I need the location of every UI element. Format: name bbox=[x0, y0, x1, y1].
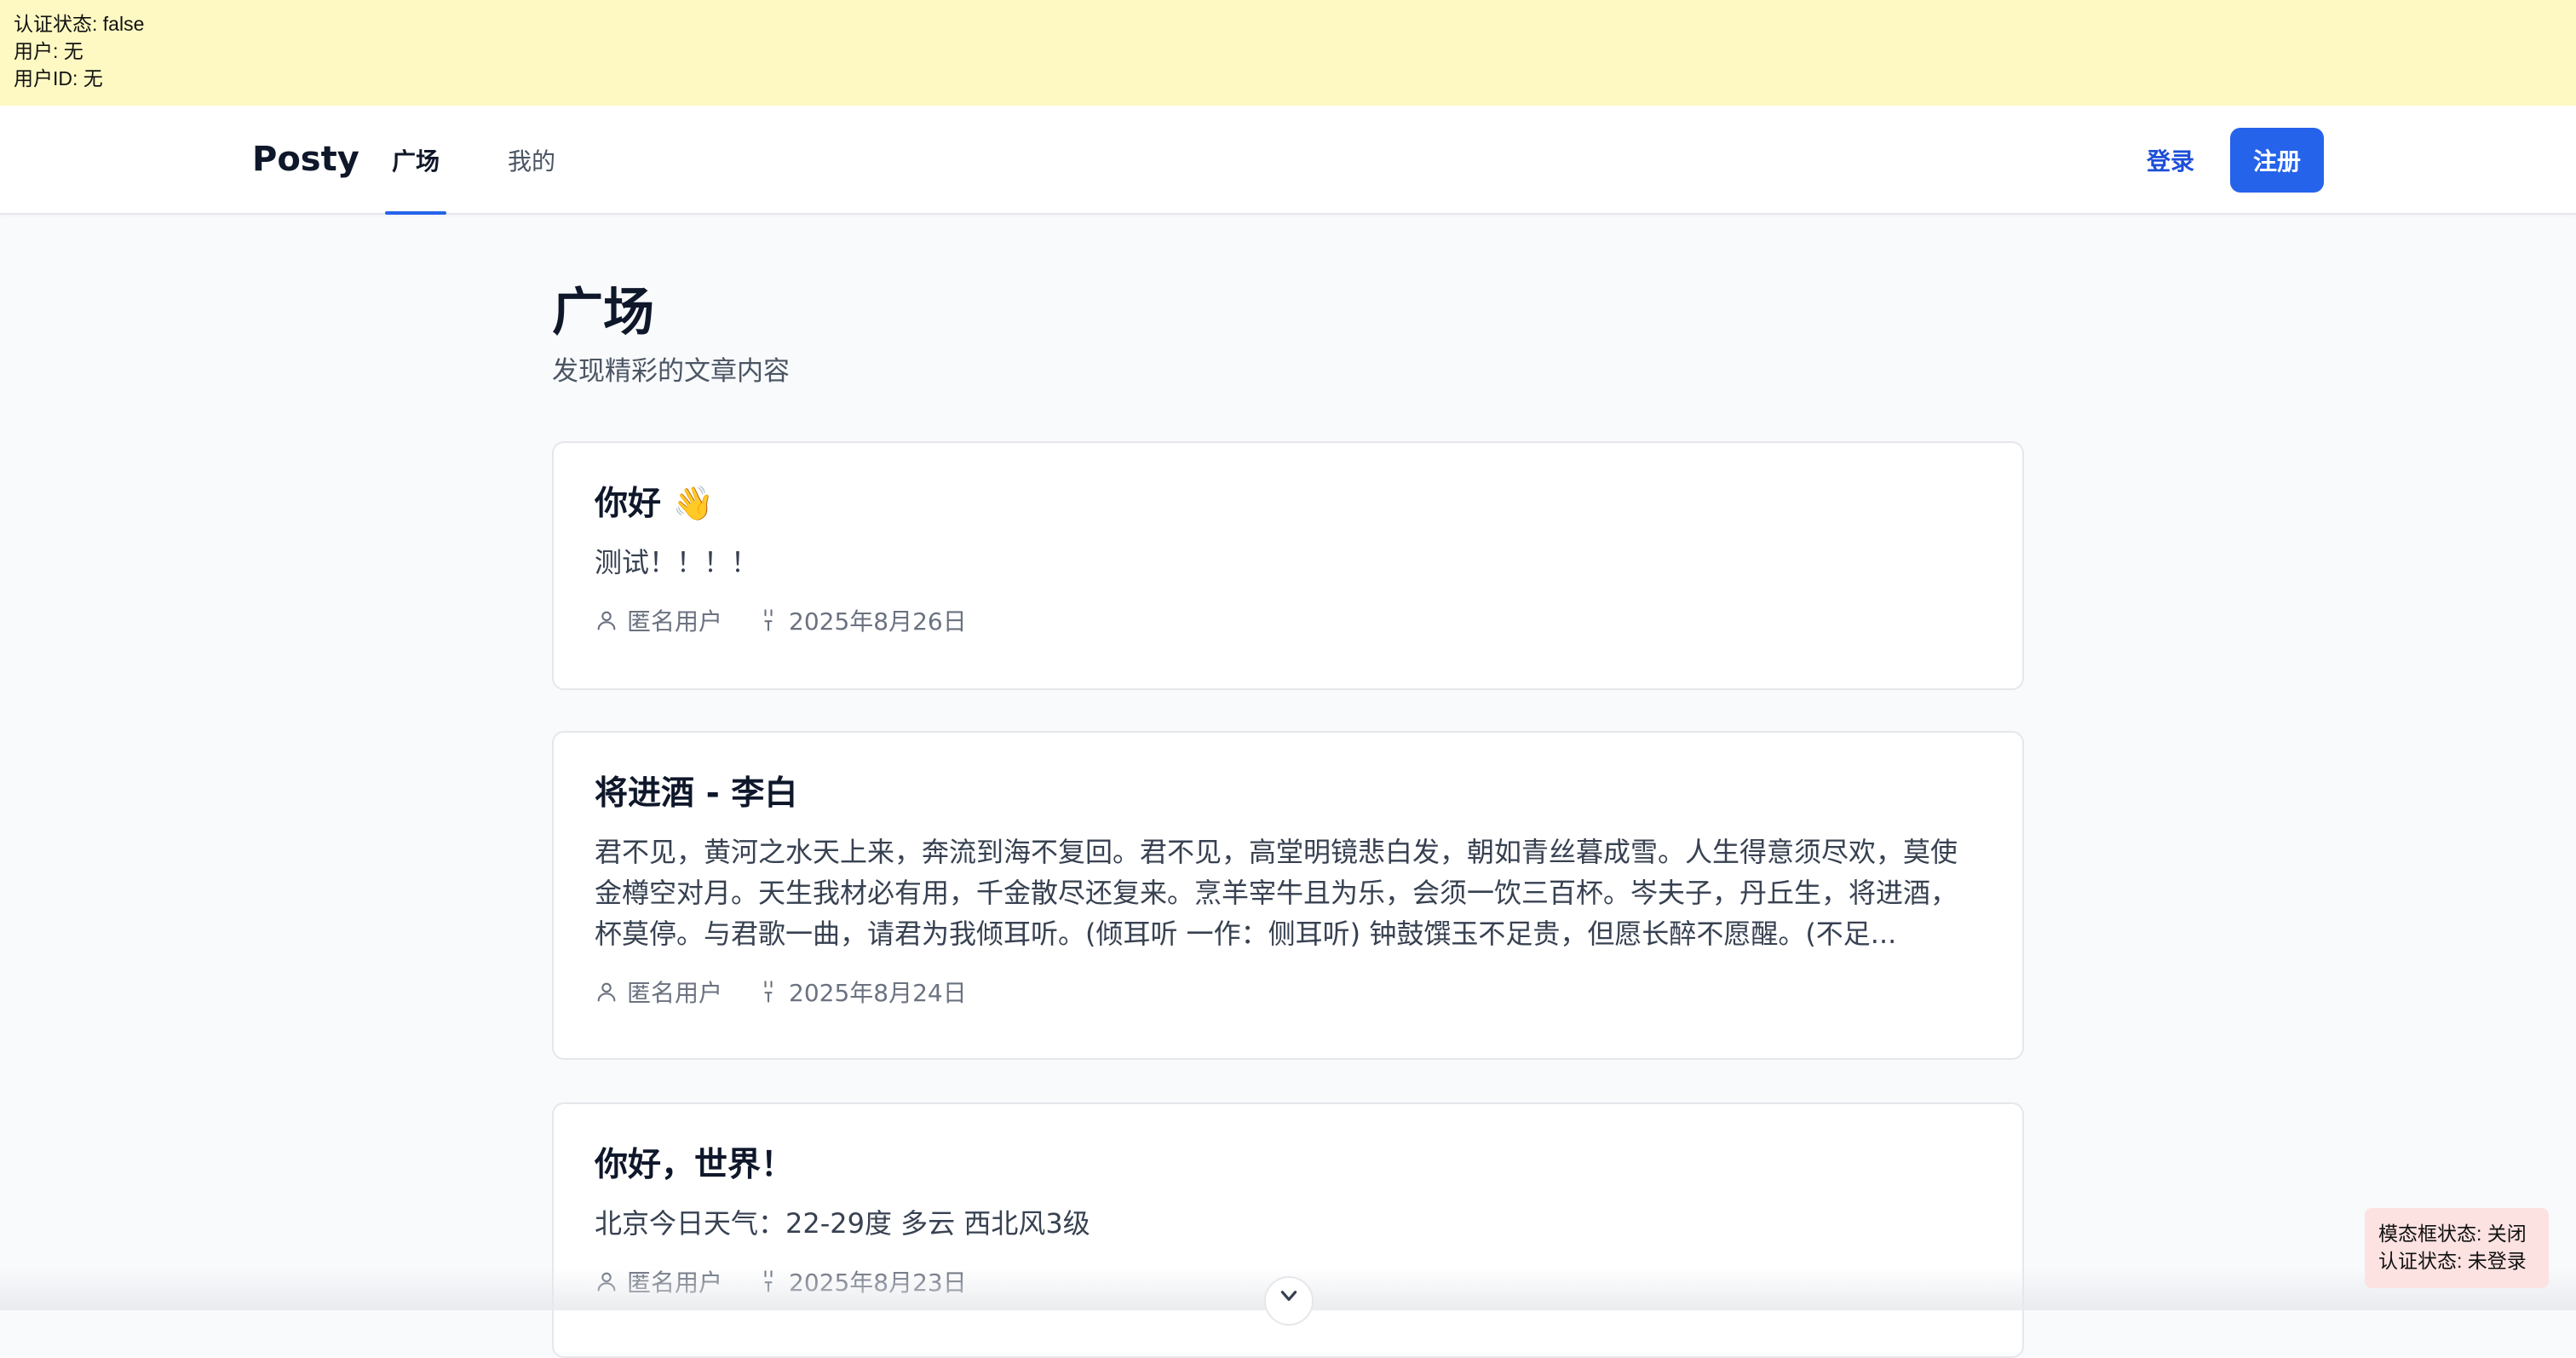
login-button[interactable]: 登录 bbox=[2147, 143, 2194, 177]
signup-button[interactable]: 注册 bbox=[2230, 128, 2324, 193]
post-author: 匿名用户 bbox=[595, 975, 722, 1009]
debug-auth-status: 认证状态: false bbox=[14, 13, 145, 35]
post-author-name: 匿名用户 bbox=[627, 979, 723, 1007]
post-author: 匿名用户 bbox=[595, 1264, 722, 1298]
user-icon bbox=[595, 608, 618, 632]
post-author-name: 匿名用户 bbox=[627, 1269, 723, 1297]
debug-banner: 认证状态: false 用户: 无 用户ID: 无 bbox=[0, 0, 2576, 106]
modal-status-text: 模态框状态: 关闭 bbox=[2378, 1223, 2527, 1245]
post-date: 2025年8月24日 bbox=[756, 975, 967, 1009]
post-excerpt: 北京今日天气：22-29度 多云 西北风3级 bbox=[595, 1207, 1090, 1240]
post-date-text: 2025年8月26日 bbox=[789, 607, 967, 636]
chevron-down-icon bbox=[1278, 1285, 1300, 1312]
status-panel: 模态框状态: 关闭 认证状态: 未登录 bbox=[2365, 1208, 2549, 1288]
post-author: 匿名用户 bbox=[595, 603, 722, 637]
tab-mine[interactable]: 我的 bbox=[508, 143, 555, 215]
user-icon bbox=[595, 980, 618, 1004]
post-date-text: 2025年8月23日 bbox=[789, 1269, 967, 1297]
post-title[interactable]: 将进酒 - 李白 bbox=[595, 774, 1981, 814]
brand-logo[interactable]: Posty bbox=[252, 140, 359, 179]
post-excerpt: 君不见，黄河之水天上来，奔流到海不复回。君不见，高堂明镜悲白发，朝如青丝暮成雪。… bbox=[595, 836, 1958, 950]
post-meta: 匿名用户 2025年8月24日 bbox=[595, 975, 1981, 1009]
post-date-text: 2025年8月24日 bbox=[789, 979, 967, 1007]
scroll-down-button[interactable] bbox=[1264, 1276, 1314, 1326]
page-subtitle: 发现精彩的文章内容 bbox=[552, 356, 790, 387]
calendar-icon bbox=[756, 608, 780, 632]
calendar-icon bbox=[756, 1269, 780, 1293]
post-title[interactable]: 你好 👋 bbox=[595, 484, 1981, 525]
auth-status-text: 认证状态: 未登录 bbox=[2378, 1250, 2527, 1272]
post-author-name: 匿名用户 bbox=[627, 607, 723, 636]
post-card[interactable]: 将进酒 - 李白 君不见，黄河之水天上来，奔流到海不复回。君不见，高堂明镜悲白发… bbox=[552, 731, 2024, 1060]
debug-user: 用户: 无 bbox=[14, 40, 83, 62]
post-title[interactable]: 你好，世界！ bbox=[595, 1145, 1981, 1186]
post-date: 2025年8月23日 bbox=[756, 1264, 967, 1298]
tab-square[interactable]: 广场 bbox=[384, 143, 447, 215]
debug-user-id: 用户ID: 无 bbox=[14, 67, 103, 89]
calendar-icon bbox=[756, 980, 780, 1004]
post-card[interactable]: 你好 👋 测试！！！！ 匿名用户 2025年8月26日 bbox=[552, 441, 2024, 690]
page-title: 广场 bbox=[552, 283, 654, 342]
post-meta: 匿名用户 2025年8月26日 bbox=[595, 603, 1981, 637]
user-icon bbox=[595, 1269, 618, 1293]
navbar: Posty 广场 我的 登录 注册 bbox=[0, 106, 2576, 215]
post-date: 2025年8月26日 bbox=[756, 603, 967, 637]
post-excerpt: 测试！！！！ bbox=[595, 546, 759, 578]
